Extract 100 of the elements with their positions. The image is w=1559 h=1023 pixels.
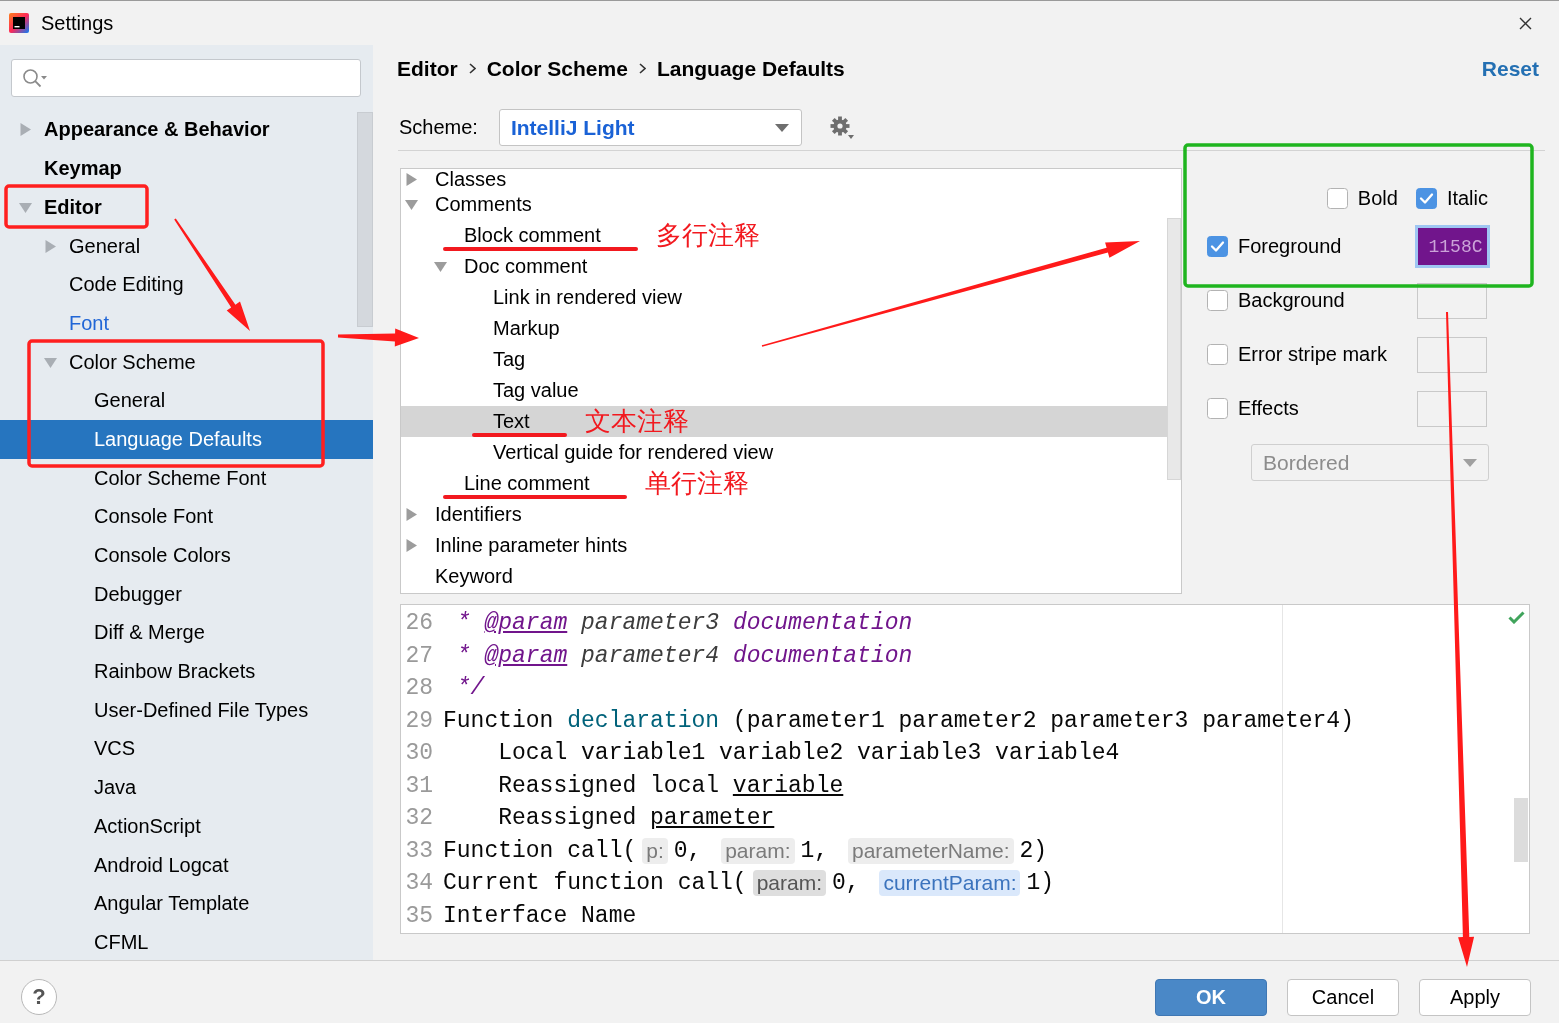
scheme-label: Scheme:	[399, 116, 478, 139]
tree-item[interactable]: Debugger	[94, 574, 182, 614]
tree-item[interactable]: Color Scheme Font	[94, 458, 267, 498]
inlay-hint: param:	[721, 837, 795, 864]
tree-item[interactable]: Line comment	[434, 468, 627, 499]
close-icon[interactable]	[1519, 16, 1532, 30]
tree-item[interactable]: Tag	[463, 344, 526, 375]
tree-item[interactable]: Console Font	[94, 497, 213, 537]
checkbox[interactable]: Italic	[1415, 186, 1488, 210]
tree-item[interactable]: Block comment	[434, 220, 638, 251]
check-icon	[1508, 611, 1525, 624]
tree-item[interactable]: Markup	[463, 313, 560, 344]
code-line: * @param parameter3 documentation	[455, 610, 913, 637]
tree-item[interactable]: Identifiers	[405, 499, 522, 530]
color-swatch[interactable]	[1417, 390, 1487, 427]
color-swatch[interactable]: 1158C	[1414, 225, 1490, 268]
tree-item[interactable]: Diff & Merge	[94, 613, 205, 653]
triangle-icon[interactable]	[405, 172, 418, 186]
reset-link[interactable]: Reset	[1481, 56, 1539, 81]
checkbox[interactable]: Bold	[1326, 186, 1398, 210]
tree-item[interactable]: Comments	[405, 189, 532, 220]
triangle-icon[interactable]	[405, 539, 418, 552]
triangle-icon[interactable]	[19, 200, 32, 214]
checkbox-icon[interactable]	[1207, 290, 1228, 311]
tree-item[interactable]: Tag value	[463, 375, 579, 406]
triangle-icon[interactable]	[19, 123, 32, 137]
color-swatch[interactable]	[1417, 336, 1487, 373]
triangle-icon[interactable]	[405, 198, 418, 211]
tree-item[interactable]: General	[94, 381, 166, 421]
tree-item[interactable]: User-Defined File Types	[94, 690, 309, 730]
breadcrumb-item[interactable]: Color Scheme	[486, 56, 628, 81]
tree-item[interactable]: Color Scheme	[44, 342, 196, 382]
gear-icon[interactable]	[829, 115, 854, 140]
checkbox[interactable]: Error stripe mark	[1207, 343, 1414, 366]
scrollbar[interactable]	[357, 112, 373, 327]
breadcrumb-item[interactable]: Language Defaults	[656, 56, 845, 81]
code-text: 0,	[673, 837, 703, 864]
inlay-hint: param:	[752, 870, 826, 897]
code-text: 2)	[1019, 837, 1048, 864]
dialog-button[interactable]: Apply	[1419, 979, 1531, 1016]
tree-item[interactable]: Code Editing	[69, 265, 184, 305]
triangle-icon[interactable]	[44, 355, 57, 369]
tree-item[interactable]: Vertical guide for rendered view	[463, 437, 774, 468]
annotation-text: 多行注释	[655, 219, 760, 252]
search-icon	[22, 68, 48, 88]
checkbox[interactable]: Background	[1207, 289, 1414, 312]
scrollbar[interactable]	[1514, 798, 1528, 862]
code-line: Reassigned local variable	[497, 772, 844, 799]
window-title: Settings	[41, 11, 114, 35]
line-number: 28	[404, 675, 433, 702]
line-number: 27	[404, 642, 433, 669]
tree-item[interactable]: Keymap	[44, 149, 122, 188]
tree-item[interactable]: Rainbow Brackets	[94, 652, 256, 691]
checkbox[interactable]: Foreground	[1207, 235, 1414, 258]
code-line: Interface Name	[443, 902, 637, 929]
checkbox-icon[interactable]	[1326, 187, 1348, 209]
caret-icon	[1463, 458, 1477, 467]
tree-item[interactable]: Inline parameter hints	[405, 530, 628, 561]
dialog-button[interactable]: Cancel	[1287, 979, 1399, 1016]
code-text: 1,	[800, 837, 830, 864]
chevron-icon	[638, 63, 646, 74]
help-button[interactable]: ?	[21, 979, 57, 1015]
caret-icon	[774, 123, 789, 132]
tree-item[interactable]: Java	[94, 768, 137, 807]
tree-item[interactable]: Console Colors	[94, 536, 231, 575]
checkbox[interactable]: Effects	[1207, 397, 1414, 420]
tree-item[interactable]: CFML	[94, 923, 149, 960]
scrollbar[interactable]	[1167, 218, 1181, 480]
tree-item[interactable]: VCS	[94, 729, 136, 769]
breadcrumb-item[interactable]: Editor	[397, 56, 458, 81]
tree-item[interactable]: Classes	[405, 169, 507, 189]
dialog-button[interactable]: OK	[1155, 979, 1267, 1016]
inlay-hint: currentParam:	[879, 870, 1021, 897]
code-line: */	[455, 675, 485, 702]
tree-item[interactable]: Android Logcat	[94, 845, 229, 885]
line-number: 34	[404, 870, 433, 897]
line-number: 30	[404, 740, 433, 767]
tree-item[interactable]: Editor	[19, 188, 102, 227]
tree-item[interactable]: Font	[69, 304, 110, 343]
annotation-text: 单行注释	[644, 467, 749, 500]
code-text: 1)	[1026, 870, 1055, 897]
search-field[interactable]	[11, 59, 361, 97]
inlay-hint: p:	[642, 837, 668, 864]
color-swatch[interactable]	[1417, 282, 1487, 319]
tree-item[interactable]: Appearance & Behavior	[19, 110, 270, 150]
tree-item[interactable]: Link in rendered view	[463, 282, 682, 313]
tree-item[interactable]: General	[44, 226, 141, 266]
scheme-dropdown[interactable]: IntelliJ Light	[498, 109, 802, 146]
tree-item[interactable]: Angular Template	[94, 884, 250, 924]
tree-item[interactable]: ActionScript	[94, 807, 201, 846]
checkbox-icon[interactable]	[1415, 187, 1437, 209]
checkbox-icon[interactable]	[1207, 398, 1228, 419]
checkbox-icon[interactable]	[1207, 236, 1228, 257]
tree-item[interactable]: Doc comment	[434, 251, 588, 282]
triangle-icon[interactable]	[44, 239, 57, 253]
chevron-icon	[468, 63, 476, 74]
triangle-icon[interactable]	[434, 260, 447, 273]
checkbox-icon[interactable]	[1207, 344, 1228, 365]
tree-item[interactable]: Keyword	[405, 561, 513, 592]
triangle-icon[interactable]	[405, 508, 418, 521]
